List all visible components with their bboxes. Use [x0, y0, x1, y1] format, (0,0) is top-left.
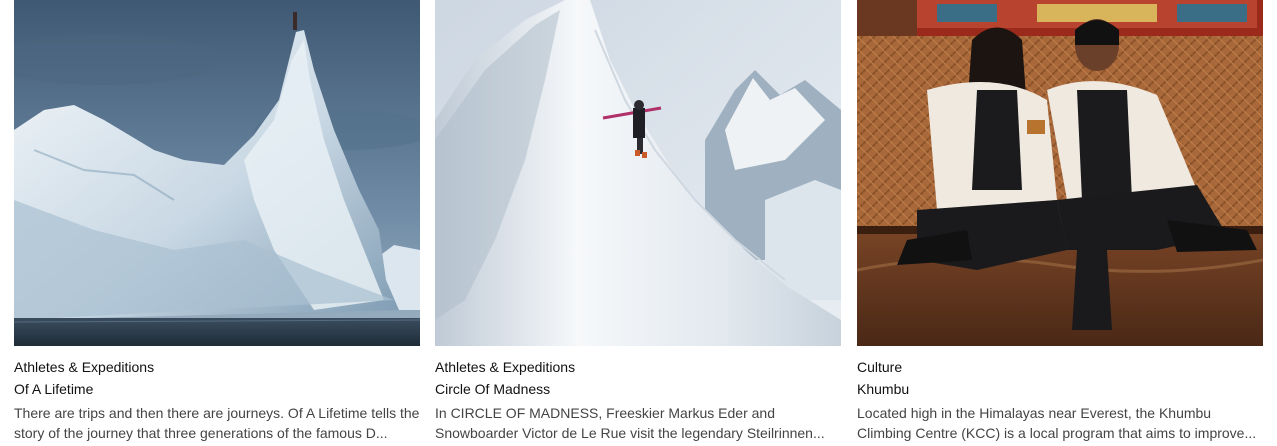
- card-title[interactable]: Of A Lifetime: [14, 381, 93, 398]
- card-title[interactable]: Circle Of Madness: [435, 381, 550, 398]
- story-card-of-a-lifetime[interactable]: Athletes & Expeditions Of A Lifetime The…: [14, 0, 420, 446]
- portrait-photo[interactable]: [857, 0, 1263, 346]
- card-description: Located high in the Himalayas near Evere…: [857, 405, 1257, 441]
- card-category: Athletes & Expeditions: [435, 359, 576, 375]
- story-card-circle-of-madness[interactable]: Athletes & Expeditions Circle Of Madness…: [435, 0, 841, 446]
- card-description: There are trips and then there are journ…: [14, 405, 420, 441]
- card-description: In CIRCLE OF MADNESS, Freeskier Markus E…: [435, 405, 825, 441]
- iceberg-photo[interactable]: [14, 0, 420, 346]
- card-category: Athletes & Expeditions: [14, 359, 155, 375]
- story-cards: Athletes & Expeditions Of A Lifetime The…: [0, 0, 1277, 446]
- card-category: Culture: [857, 359, 903, 375]
- snow-ridge-photo[interactable]: [435, 0, 841, 346]
- card-title[interactable]: Khumbu: [857, 381, 909, 398]
- story-card-khumbu[interactable]: Culture Khumbu Located high in the Himal…: [857, 0, 1263, 446]
